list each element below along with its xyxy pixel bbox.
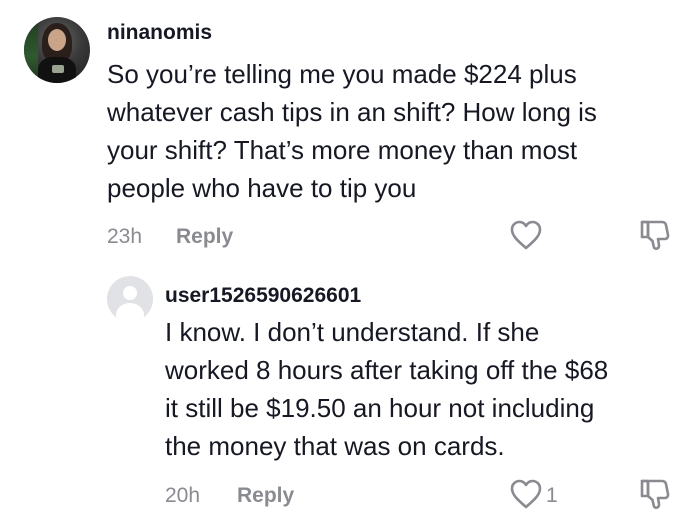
avatar-face	[48, 29, 66, 51]
heart-outline-icon[interactable]	[509, 219, 543, 251]
comment-username[interactable]: ninanomis	[107, 21, 212, 45]
reply-text-line: worked 8 hours after taking off the $68	[165, 355, 609, 385]
reply-button[interactable]: Reply	[237, 484, 294, 508]
reply-timestamp: 20h	[165, 484, 201, 507]
comment-text: So you’re telling me you made $224 plus …	[107, 55, 597, 207]
thumbs-down-icon[interactable]	[638, 218, 670, 252]
reply-username[interactable]: user1526590626601	[165, 284, 361, 308]
user-avatar[interactable]	[24, 17, 90, 83]
avatar-background	[24, 17, 38, 83]
comment-text-line: people who have to tip you	[107, 173, 417, 203]
reply-button[interactable]: Reply	[176, 225, 233, 249]
comment-text-line: your shift? That’s more money than most	[107, 135, 578, 165]
reply-text-line: I know. I don’t understand. If she	[165, 317, 540, 347]
comment-text-line: whatever cash tips in an shift? How long…	[107, 97, 597, 127]
like-count: 1	[546, 484, 558, 507]
comment-text-line: So you’re telling me you made $224 plus	[107, 59, 577, 89]
heart-outline-icon[interactable]	[509, 478, 543, 510]
default-user-avatar[interactable]	[107, 276, 153, 322]
reply-text: I know. I don’t understand. If she worke…	[165, 313, 608, 465]
reply-text-line: it still be $19.50 an hour not including	[165, 393, 595, 423]
avatar-shirt-print	[52, 65, 64, 73]
avatar-head	[123, 286, 137, 300]
avatar-body	[116, 303, 144, 322]
thumbs-down-icon[interactable]	[638, 477, 670, 511]
reply-text-line: the money that was on cards.	[165, 431, 505, 461]
comment-timestamp: 23h	[107, 225, 143, 248]
